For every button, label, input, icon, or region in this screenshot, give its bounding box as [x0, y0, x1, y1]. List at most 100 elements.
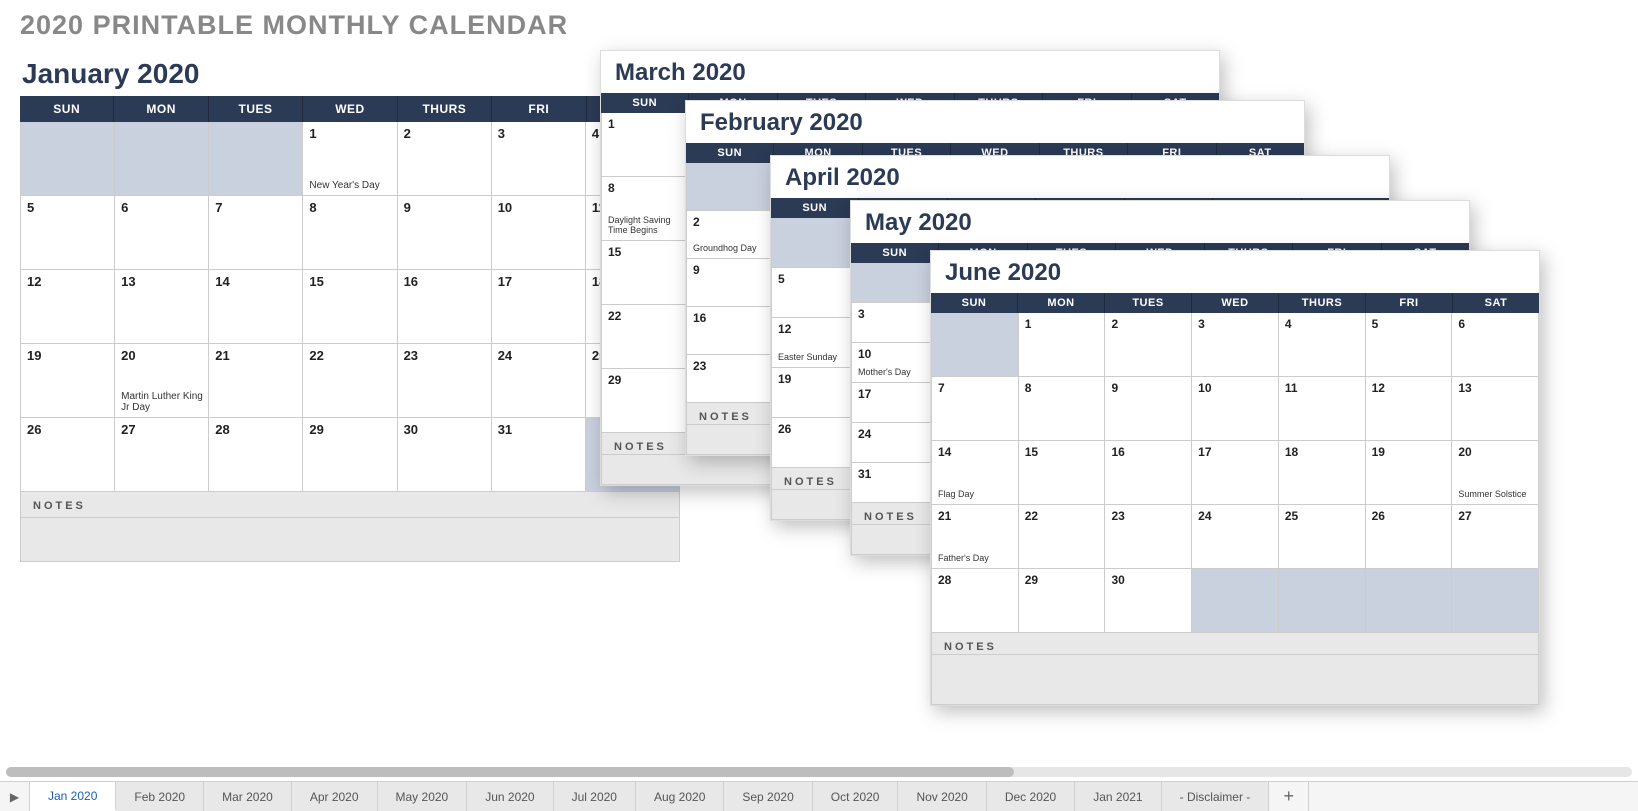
day-cell[interactable]: 7	[931, 377, 1019, 441]
day-cell[interactable]: 17	[492, 270, 586, 344]
day-cell[interactable]: 2	[398, 122, 492, 196]
day-cell[interactable]: 19	[771, 368, 860, 418]
day-cell[interactable]: 10	[1192, 377, 1279, 441]
horizontal-scrollbar[interactable]	[6, 767, 1632, 777]
day-cell[interactable]: 20Summer Solstice	[1452, 441, 1539, 505]
day-cell[interactable]: 21	[209, 344, 303, 418]
add-sheet-button[interactable]: +	[1269, 782, 1309, 811]
day-cell[interactable]: 10Mother's Day	[851, 343, 940, 383]
sheet-tab[interactable]: Jan 2020	[30, 782, 116, 811]
day-cell[interactable]: 28	[931, 569, 1019, 633]
day-cell[interactable]: 30	[1105, 569, 1192, 633]
day-cell[interactable]: 5	[771, 268, 860, 318]
day-cell[interactable]: 26	[1366, 505, 1453, 569]
day-cell[interactable]: 16	[1105, 441, 1192, 505]
day-cell[interactable]: 29	[601, 369, 690, 433]
day-cell[interactable]: 27	[1452, 505, 1539, 569]
day-cell[interactable]	[1192, 569, 1279, 633]
day-cell[interactable]: 23	[1105, 505, 1192, 569]
day-cell[interactable]	[1366, 569, 1453, 633]
day-cell[interactable]	[209, 122, 303, 196]
day-cell[interactable]: 2	[1105, 313, 1192, 377]
sheet-tab[interactable]: Mar 2020	[204, 782, 292, 811]
day-cell[interactable]: 29	[1019, 569, 1106, 633]
day-cell[interactable]: 22	[303, 344, 397, 418]
day-cell[interactable]: 15	[303, 270, 397, 344]
day-cell[interactable]: 9	[398, 196, 492, 270]
sheet-tab[interactable]: Dec 2020	[987, 782, 1075, 811]
sheet-tab[interactable]: Jan 2021	[1075, 782, 1161, 811]
day-cell[interactable]: 8	[303, 196, 397, 270]
day-cell[interactable]: 13	[1452, 377, 1539, 441]
day-cell[interactable]: 15	[1019, 441, 1106, 505]
day-cell[interactable]: 19	[1366, 441, 1453, 505]
day-cell[interactable]	[20, 122, 115, 196]
day-cell[interactable]: 3	[492, 122, 586, 196]
day-cell[interactable]: 14	[209, 270, 303, 344]
day-cell[interactable]: 1	[1019, 313, 1106, 377]
day-cell[interactable]: 1	[601, 113, 690, 177]
day-cell[interactable]: 12Easter Sunday	[771, 318, 860, 368]
day-cell[interactable]: 8Daylight Saving Time Begins	[601, 177, 690, 241]
sheet-tab[interactable]: - Disclaimer -	[1162, 782, 1270, 811]
day-cell[interactable]: 19	[20, 344, 115, 418]
notes-area[interactable]	[20, 518, 680, 562]
day-cell[interactable]: 13	[115, 270, 209, 344]
day-cell[interactable]: 31	[851, 463, 940, 503]
day-cell[interactable]	[1452, 569, 1539, 633]
day-cell[interactable]: 6	[1452, 313, 1539, 377]
day-cell[interactable]: 3	[1192, 313, 1279, 377]
sheet-tab[interactable]: Feb 2020	[116, 782, 204, 811]
day-cell[interactable]: 17	[851, 383, 940, 423]
day-cell[interactable]: 4	[1279, 313, 1366, 377]
sheet-tab[interactable]: Aug 2020	[636, 782, 724, 811]
day-cell[interactable]: 16	[686, 307, 775, 355]
day-cell[interactable]: 24	[492, 344, 586, 418]
day-cell[interactable]: 28	[209, 418, 303, 492]
day-cell[interactable]: 21Father's Day	[931, 505, 1019, 569]
day-cell[interactable]: 12	[1366, 377, 1453, 441]
day-cell[interactable]: 22	[601, 305, 690, 369]
day-cell[interactable]: 16	[398, 270, 492, 344]
day-cell[interactable]: 7	[209, 196, 303, 270]
sheet-tab[interactable]: Sep 2020	[724, 782, 812, 811]
day-cell[interactable]: 24	[1192, 505, 1279, 569]
sheet-tab[interactable]: Oct 2020	[813, 782, 899, 811]
day-cell[interactable]	[115, 122, 209, 196]
day-cell[interactable]: 14Flag Day	[931, 441, 1019, 505]
day-cell[interactable]: 30	[398, 418, 492, 492]
day-cell[interactable]	[686, 163, 775, 211]
day-cell[interactable]: 26	[771, 418, 860, 468]
day-cell[interactable]: 27	[115, 418, 209, 492]
day-cell[interactable]: 9	[686, 259, 775, 307]
day-cell[interactable]: 17	[1192, 441, 1279, 505]
day-cell[interactable]: 10	[492, 196, 586, 270]
sheet-tab[interactable]: May 2020	[378, 782, 468, 811]
notes-area[interactable]	[931, 655, 1539, 705]
tab-nav-button[interactable]: ▶	[0, 782, 30, 811]
scrollbar-thumb[interactable]	[6, 767, 1014, 777]
day-cell[interactable]: 20Martin Luther King Jr Day	[115, 344, 209, 418]
day-cell[interactable]	[1279, 569, 1366, 633]
day-cell[interactable]: 25	[1279, 505, 1366, 569]
day-cell[interactable]: 9	[1105, 377, 1192, 441]
day-cell[interactable]	[851, 263, 940, 303]
day-cell[interactable]: 8	[1019, 377, 1106, 441]
day-cell[interactable]	[931, 313, 1019, 377]
day-cell[interactable]: 11	[1279, 377, 1366, 441]
day-cell[interactable]: 29	[303, 418, 397, 492]
sheet-tab[interactable]: Nov 2020	[898, 782, 986, 811]
day-cell[interactable]: 3	[851, 303, 940, 343]
sheet-tab[interactable]: Jul 2020	[554, 782, 636, 811]
day-cell[interactable]: 23	[398, 344, 492, 418]
day-cell[interactable]: 6	[115, 196, 209, 270]
day-cell[interactable]: 2Groundhog Day	[686, 211, 775, 259]
day-cell[interactable]: 12	[20, 270, 115, 344]
day-cell[interactable]: 24	[851, 423, 940, 463]
day-cell[interactable]: 26	[20, 418, 115, 492]
day-cell[interactable]: 5	[20, 196, 115, 270]
day-cell[interactable]: 22	[1019, 505, 1106, 569]
day-cell[interactable]: 31	[492, 418, 586, 492]
sheet-tab[interactable]: Apr 2020	[292, 782, 378, 811]
day-cell[interactable]: 1New Year's Day	[303, 122, 397, 196]
